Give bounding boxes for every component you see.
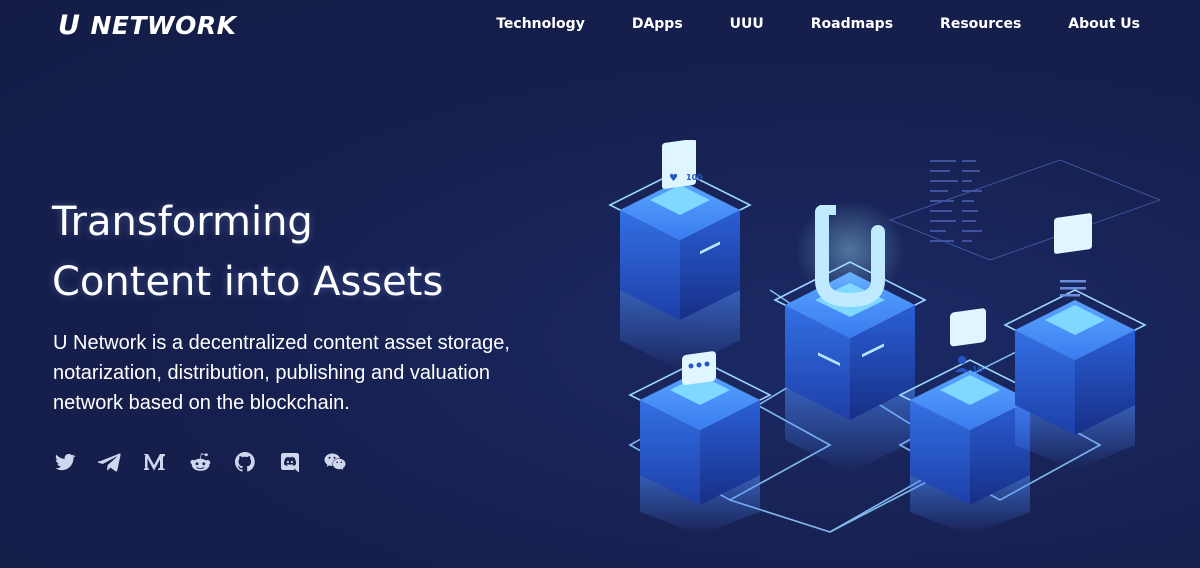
hero-title-line-2: Content into Assets	[52, 259, 444, 305]
hero-description-line-3: network based on the blockchain.	[53, 392, 350, 414]
hero-title: Transforming Content into Assets	[52, 192, 572, 312]
user-icon	[958, 356, 966, 364]
nav-item-technology[interactable]: Technology	[496, 16, 585, 32]
reddit-link[interactable]	[188, 450, 212, 474]
nav-item-dapps[interactable]: DApps	[632, 16, 683, 32]
twitter-icon	[55, 453, 76, 471]
medium-icon	[144, 454, 165, 471]
landing-page: U NETWORK Technology DApps UUU Roadmaps …	[0, 0, 1200, 568]
cube-like: 100 ♥	[608, 140, 752, 370]
heart-icon: ♥	[669, 173, 678, 184]
hero-description: U Network is a decentralized content ass…	[53, 328, 553, 418]
discord-icon	[281, 453, 299, 473]
nav-item-uuu[interactable]: UUU	[730, 16, 764, 32]
cube-document	[1003, 213, 1147, 470]
twitter-link[interactable]	[53, 450, 77, 474]
social-links	[53, 450, 347, 474]
logo-mark: U	[58, 9, 81, 41]
user-count: 10	[972, 365, 984, 374]
hero-description-line-1: U Network is a decentralized content ass…	[53, 332, 510, 354]
reddit-icon	[190, 453, 211, 471]
brand-logo[interactable]: U NETWORK	[58, 8, 236, 42]
logo-text: NETWORK	[90, 10, 237, 40]
hero-description-line-2: notarization, distribution, publishing a…	[53, 362, 490, 384]
nav-item-roadmaps[interactable]: Roadmaps	[811, 16, 893, 32]
wechat-icon	[324, 453, 346, 470]
wechat-link[interactable]	[323, 450, 347, 474]
data-panel	[888, 159, 1160, 261]
main-nav: Technology DApps UUU Roadmaps Resources …	[496, 12, 1140, 36]
nav-item-resources[interactable]: Resources	[940, 16, 1021, 32]
github-link[interactable]	[233, 450, 257, 474]
medium-link[interactable]	[143, 450, 167, 474]
cube-chat	[628, 351, 772, 535]
discord-link[interactable]	[278, 450, 302, 474]
hero-title-line-1: Transforming	[52, 199, 313, 245]
telegram-icon	[98, 453, 121, 472]
like-count: 100	[686, 173, 703, 182]
telegram-link[interactable]	[98, 450, 122, 474]
github-icon	[235, 452, 255, 472]
blockchain-network-illustration: 100 ♥ 10	[608, 140, 1160, 535]
cube-u-logo	[773, 200, 927, 473]
nav-item-about-us[interactable]: About Us	[1068, 16, 1140, 32]
